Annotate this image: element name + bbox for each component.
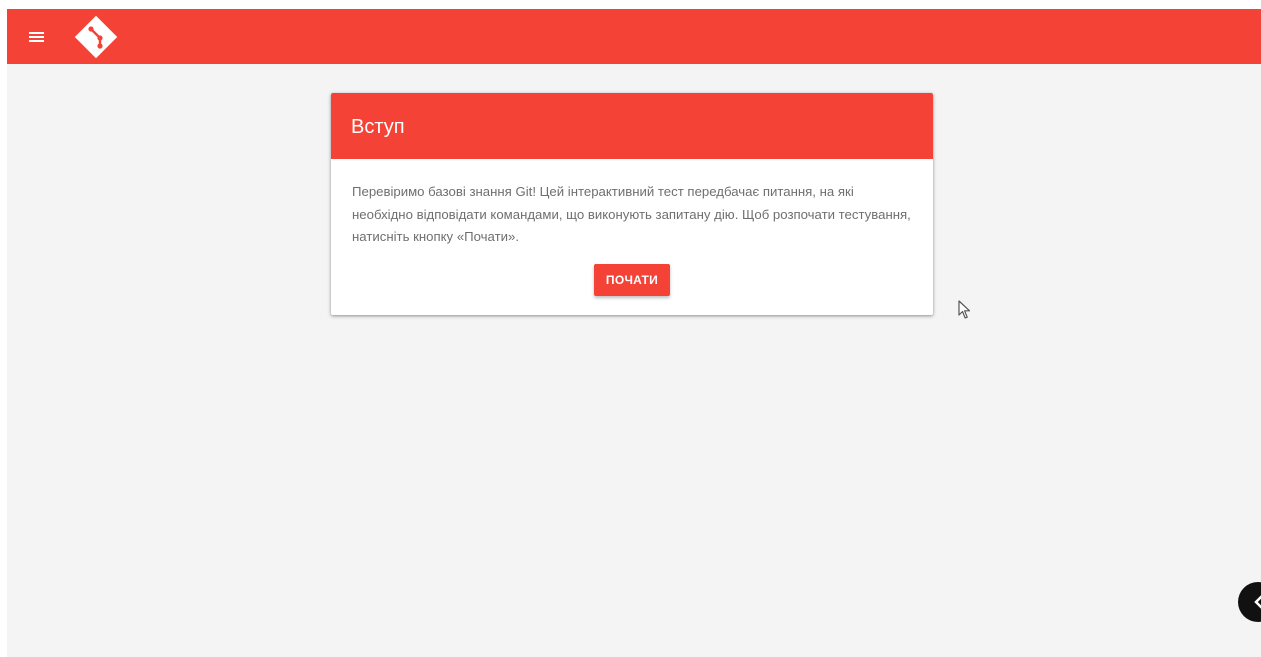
card-title: Вступ: [351, 116, 405, 138]
git-logo-icon[interactable]: [74, 15, 118, 59]
card-header: Вступ: [331, 93, 933, 159]
start-button[interactable]: ПОЧАТИ: [594, 264, 670, 296]
top-app-bar: [7, 9, 1261, 64]
floating-action-button[interactable]: [1238, 582, 1261, 622]
mouse-pointer-icon: [958, 300, 971, 320]
menu-line: [29, 36, 44, 38]
mouse-pointer-svg: [958, 300, 971, 319]
chevron-left-icon: [1254, 595, 1261, 609]
app-window: Вступ Перевіримо базові знання Git! Цей …: [7, 9, 1261, 657]
menu-button[interactable]: [27, 27, 47, 47]
intro-text: Перевіримо базові знання Git! Цей інтера…: [352, 184, 911, 244]
intro-card: Вступ Перевіримо базові знання Git! Цей …: [331, 93, 933, 315]
menu-line: [29, 40, 44, 42]
menu-line: [29, 32, 44, 34]
git-logo-svg: [74, 15, 118, 59]
